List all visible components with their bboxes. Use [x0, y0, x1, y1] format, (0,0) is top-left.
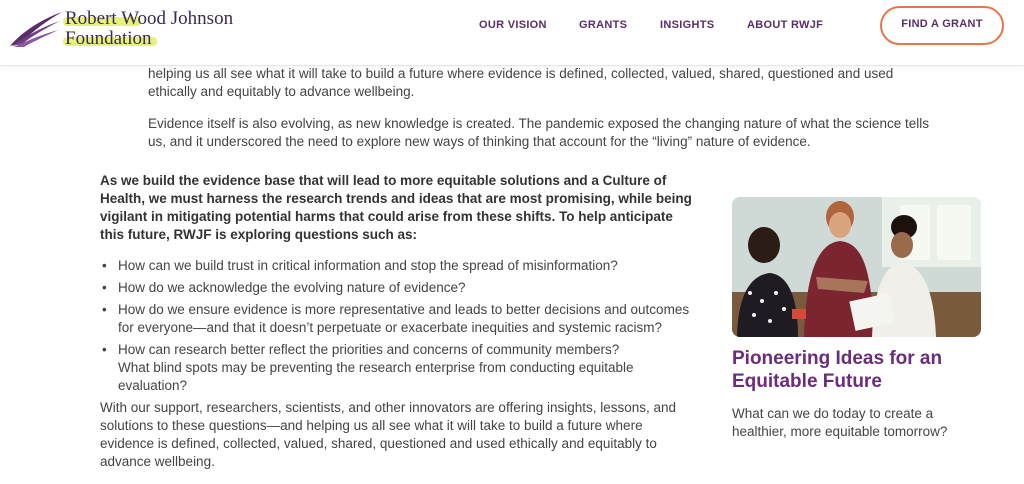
intro-section: helping us all see what it will take to … — [148, 65, 938, 165]
highlighted-question: How can we build trust in critical infor… — [114, 257, 642, 275]
closing-paragraph: With our support, researchers, scientist… — [100, 400, 677, 469]
logo-line-2-text: Foundation — [65, 28, 152, 49]
question-text: How do we acknowledge the evolving natur… — [118, 280, 466, 295]
questions-list: • How can we build trust in critical inf… — [100, 257, 700, 395]
bullet-icon: • — [102, 342, 107, 357]
site-header: Robert Wood Johnson Foundation OUR VISIO… — [0, 0, 1024, 66]
nav-grants[interactable]: GRANTS — [579, 19, 627, 31]
list-item: • How can we build trust in critical inf… — [100, 257, 700, 275]
card-description: What can we do today to create a healthi… — [732, 406, 948, 439]
intro-paragraph-1: helping us all see what it will take to … — [148, 66, 894, 99]
logo-line-1-text: Robert Wood Johnson — [65, 8, 234, 29]
main-content: As we build the evidence base that will … — [100, 172, 700, 471]
intro-paragraph-2: Evidence itself is also evolving, as new… — [148, 116, 929, 149]
question-text: How can we build trust in critical infor… — [118, 258, 618, 273]
lead-paragraph: As we build the evidence base that will … — [100, 173, 692, 242]
find-a-grant-button[interactable]: FIND A GRANT — [880, 6, 1004, 45]
logo-line-1: Robert Wood Johnson — [63, 8, 234, 29]
question-text: What blind spots may be preventing the r… — [118, 360, 634, 393]
people-collaborating-illustration — [732, 197, 981, 337]
logo-wordmark: Robert Wood Johnson Foundation — [63, 8, 234, 49]
nav-our-vision[interactable]: OUR VISION — [479, 19, 547, 31]
nav-about-rwjf[interactable]: ABOUT RWJF — [747, 19, 823, 31]
bullet-icon: • — [102, 280, 107, 295]
logo-line-2: Foundation — [63, 28, 233, 49]
nav-insights[interactable]: INSIGHTS — [660, 19, 714, 31]
list-item: • How can research better reflect the pr… — [100, 341, 700, 395]
question-text: How can research better reflect the prio… — [118, 342, 620, 357]
list-item: • How do we ensure evidence is more repr… — [100, 301, 700, 337]
rwjf-wing-icon — [10, 12, 62, 47]
bullet-icon: • — [102, 302, 107, 317]
bullet-icon: • — [102, 258, 107, 273]
card-title-link[interactable]: Pioneering Ideas for an Equitable Future — [732, 347, 981, 393]
article-photo[interactable] — [732, 197, 981, 337]
list-item: • How do we acknowledge the evolving nat… — [100, 279, 700, 297]
question-text: How do we ensure evidence is more repres… — [118, 302, 690, 335]
related-article-card[interactable]: Pioneering Ideas for an Equitable Future… — [732, 197, 981, 441]
rwjf-logo[interactable]: Robert Wood Johnson Foundation — [8, 6, 248, 50]
